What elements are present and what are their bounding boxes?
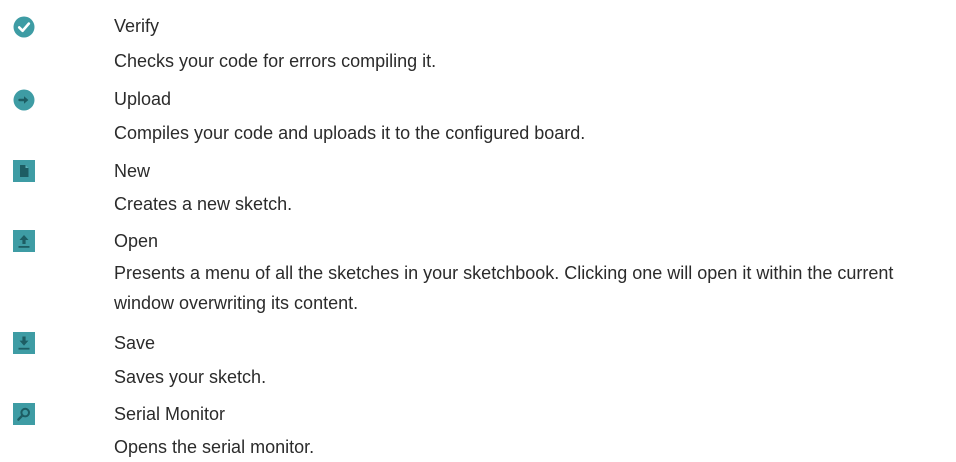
- new-file-icon: [13, 160, 35, 182]
- entry-description-verify: Checks your code for errors compiling it…: [114, 51, 437, 71]
- arrow-right-circle-icon: [13, 89, 35, 111]
- entry-title-serial-monitor: Serial Monitor: [114, 404, 226, 424]
- entry-title-upload: Upload: [114, 89, 172, 109]
- entry-description-new: Creates a new sketch.: [114, 194, 293, 214]
- entry-description-serial-monitor: Opens the serial monitor.: [114, 437, 315, 457]
- entry-description-save: Saves your sketch.: [114, 367, 267, 387]
- serial-monitor-magnifier-icon: [13, 403, 35, 425]
- save-arrow-down-icon: [13, 332, 35, 354]
- open-arrow-up-icon: [13, 230, 35, 252]
- entry-description-open: Presents a menu of all the sketches in y…: [114, 263, 894, 313]
- toolbar-buttons-reference: Verify Checks your code for errors compi…: [0, 0, 956, 457]
- checkmark-circle-icon: [13, 16, 35, 38]
- entry-title-verify: Verify: [114, 16, 160, 36]
- entry-title-new: New: [114, 161, 151, 181]
- entry-title-save: Save: [114, 333, 156, 353]
- entry-description-upload: Compiles your code and uploads it to the…: [114, 123, 586, 143]
- entry-title-open: Open: [114, 231, 159, 251]
